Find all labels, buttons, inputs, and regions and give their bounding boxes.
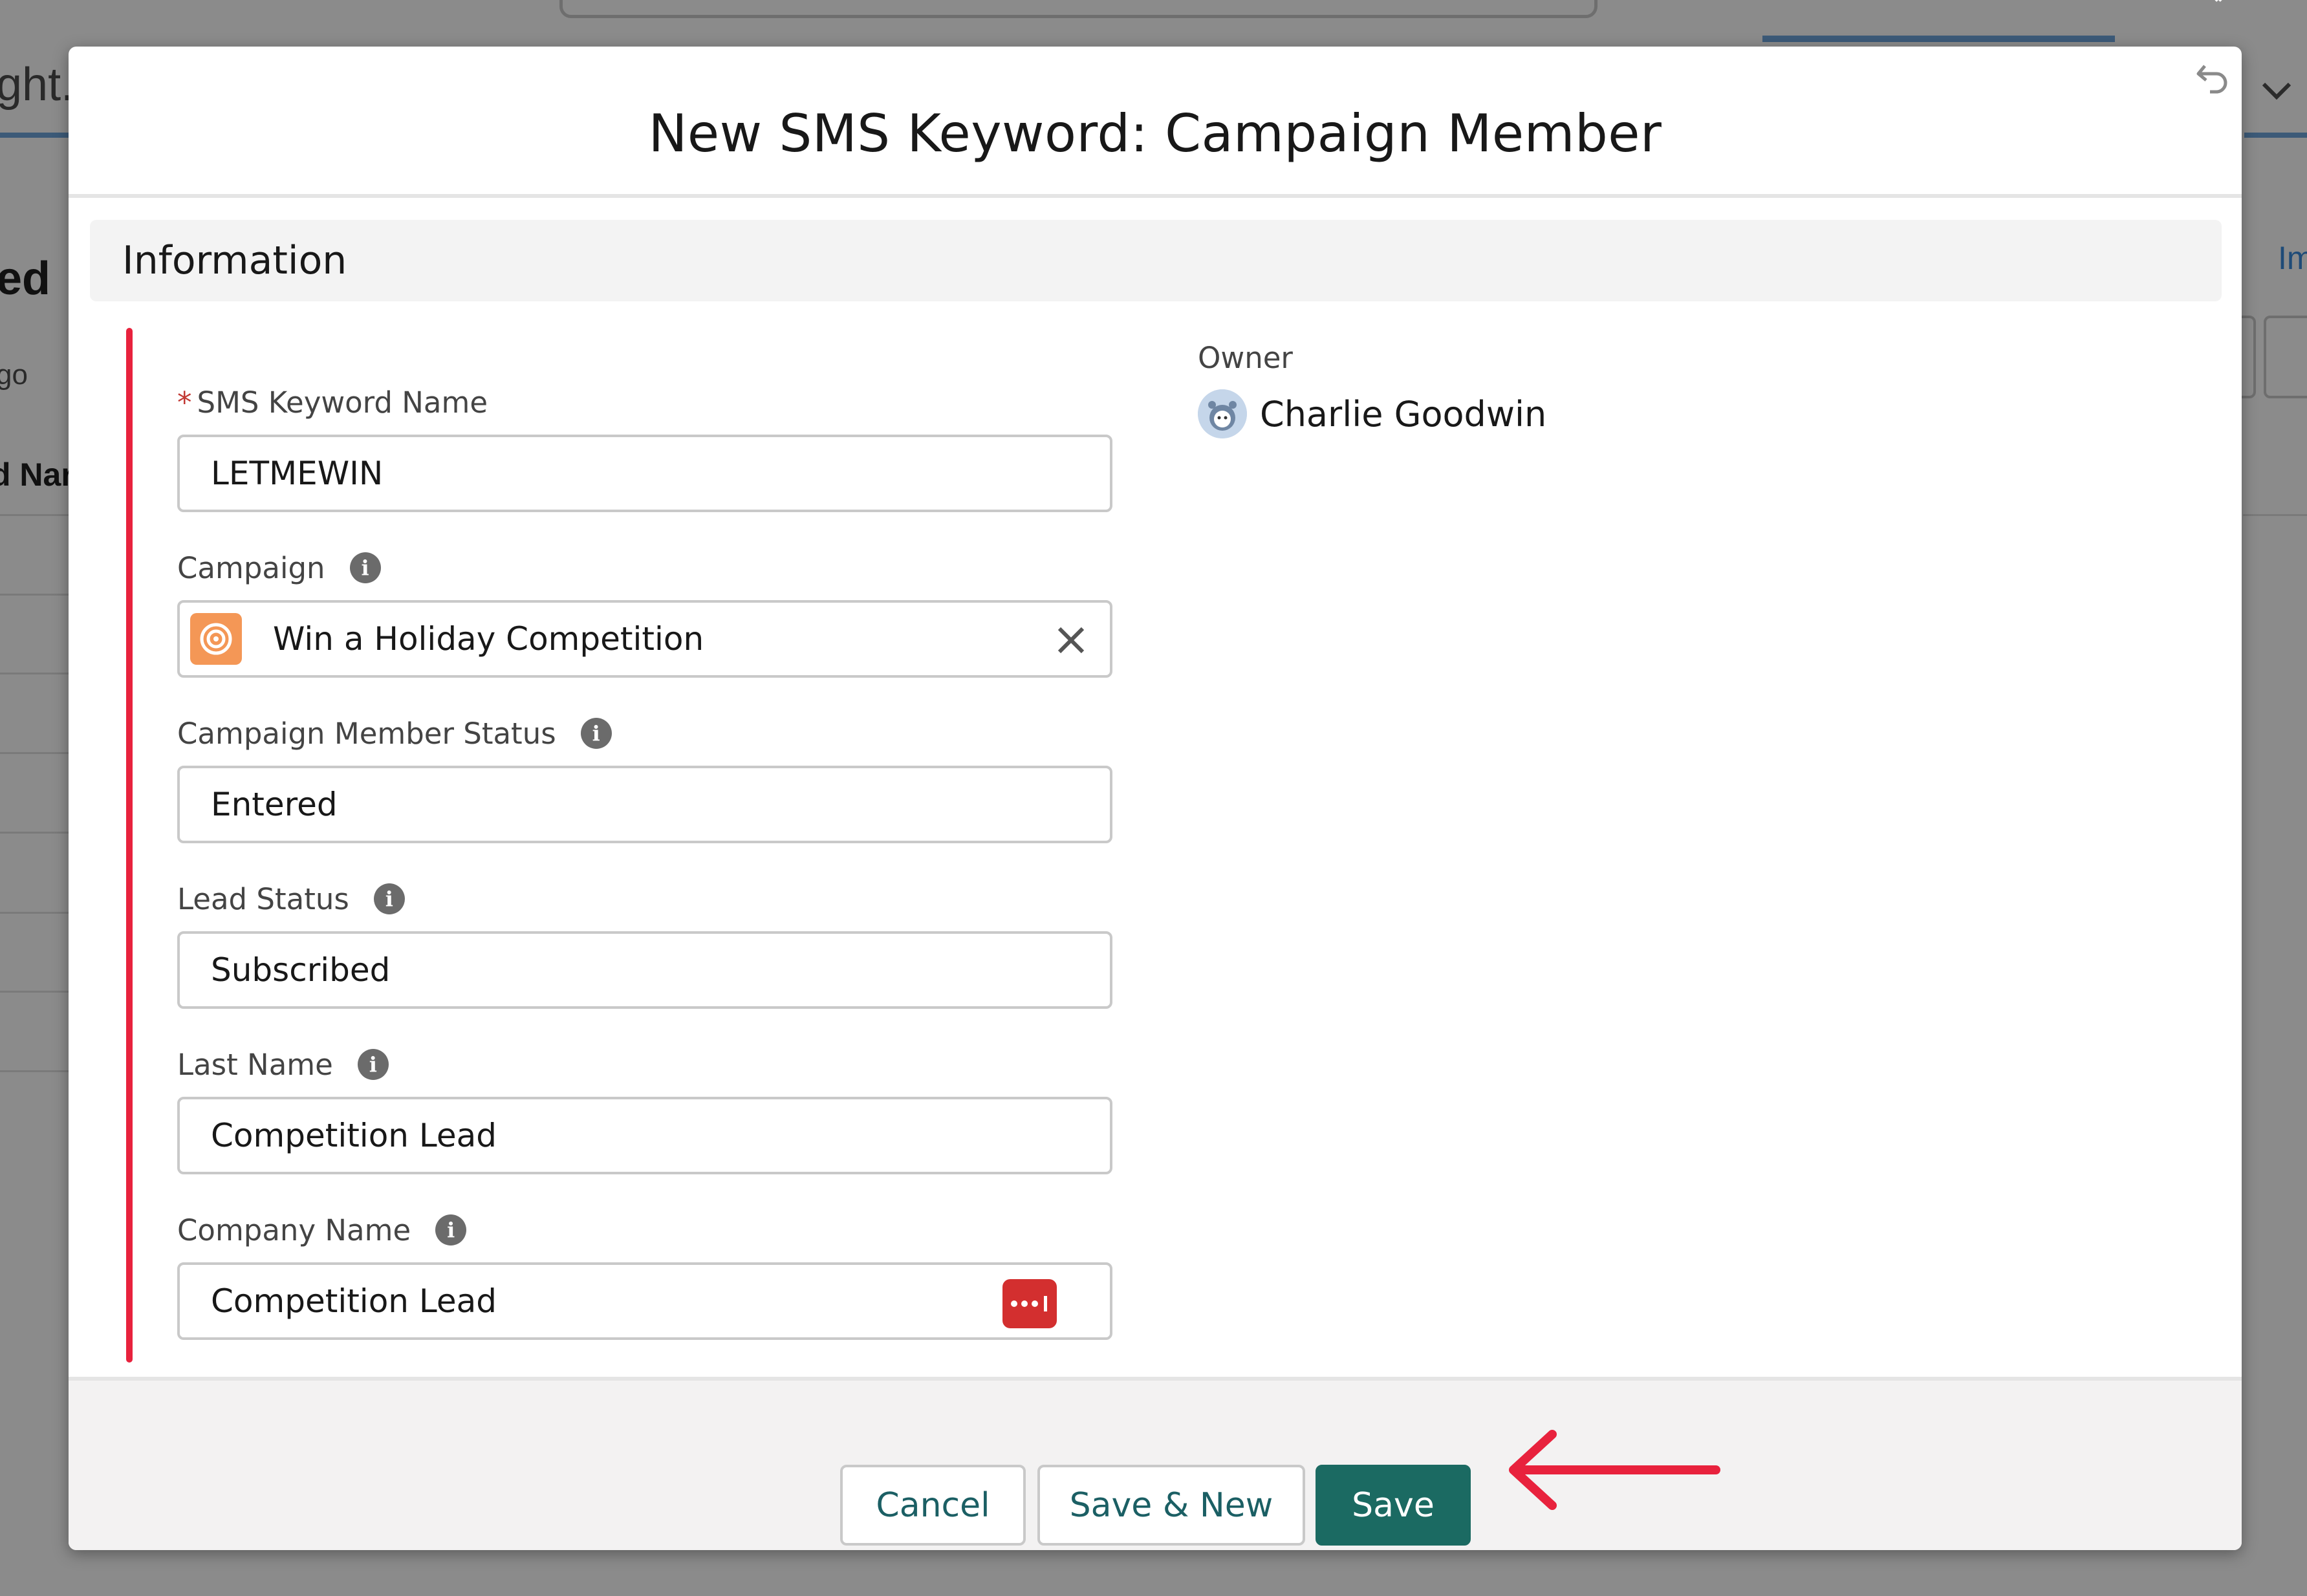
background-text-fragment: ed [0,253,51,305]
modal-title: New SMS Keyword: Campaign Member [648,103,1662,164]
background-row-divider [0,832,71,834]
background-tab-accent [1762,36,2115,42]
company-name-input[interactable]: Competition Lead [177,1262,1112,1340]
chevron-down-icon [2262,82,2291,100]
background-button [2264,316,2307,398]
background-text-fragment: Im [2278,240,2307,276]
info-icon[interactable]: i [435,1214,467,1246]
background-row-divider [0,1070,71,1072]
field-label: * SMS Keyword Name [177,385,488,420]
section-header-information[interactable]: Information [90,220,2222,301]
background-text-fragment: go [0,359,28,391]
background-row-divider [0,752,71,754]
background-row-divider [0,594,71,596]
modal-footer: Cancel Save & New Save [69,1377,2242,1550]
campaign-member-status-input[interactable]: Entered [177,766,1112,843]
sms-keyword-name-field: * SMS Keyword Name LETMEWIN [177,383,1112,512]
password-manager-icon[interactable] [1002,1279,1057,1328]
field-label: Lead Status i [177,879,1112,918]
owner-name[interactable]: Charlie Goodwin [1260,394,1546,435]
company-name-field: Company Name i Competition Lead [177,1211,1112,1340]
clear-selection-close-icon[interactable] [1052,621,1090,660]
background-text-fragment: d Nar [0,457,74,493]
required-marker: * [177,385,192,420]
last-name-input[interactable]: Competition Lead [177,1097,1112,1174]
new-sms-keyword-modal: New SMS Keyword: Campaign Member Informa… [69,47,2242,1550]
info-icon[interactable]: i [373,883,405,914]
background-divider [0,133,71,138]
save-button[interactable]: Save [1316,1465,1471,1546]
lead-status-input[interactable]: Subscribed [177,931,1112,1009]
background-row-divider [0,991,71,993]
background-row-divider [0,673,71,674]
save-and-new-button[interactable]: Save & New [1037,1465,1305,1546]
close-icon [2215,0,2222,2]
last-name-field: Last Name i Competition Lead [177,1045,1112,1174]
modal-header: New SMS Keyword: Campaign Member [69,47,2242,198]
section-title: Information [122,238,347,283]
background-divider [2244,133,2307,138]
info-icon[interactable]: i [357,1049,389,1080]
background-row-divider [2243,514,2307,516]
campaign-target-icon [190,613,242,665]
field-label: Campaign i [177,548,1112,587]
cancel-button[interactable]: Cancel [840,1465,1026,1546]
undo-icon[interactable] [2193,58,2232,97]
field-label: Campaign Member Status i [177,714,1112,753]
background-text-fragment: ght. [0,59,74,111]
field-label: Company Name i [177,1211,1112,1249]
owner-label: Owner [1198,341,1293,375]
field-label: Last Name i [177,1045,1112,1084]
lead-status-field: Lead Status i Subscribed [177,879,1112,1009]
campaign-field: Campaign i Win a Holiday Competition [177,548,1112,678]
campaign-member-status-field: Campaign Member Status i Entered [177,714,1112,843]
annotation-arrow-icon [1509,1430,1720,1510]
background-row-divider [0,514,71,516]
avatar [1198,389,1247,438]
background-search-box [559,0,1598,18]
info-icon[interactable]: i [580,718,612,749]
info-icon[interactable]: i [349,552,381,583]
sms-keyword-name-input[interactable]: LETMEWIN [177,435,1112,512]
owner-value: Charlie Goodwin [1198,389,1546,438]
background-row-divider [0,912,71,914]
annotation-highlight-bar [126,328,133,1363]
campaign-lookup-input[interactable]: Win a Holiday Competition [177,600,1112,678]
